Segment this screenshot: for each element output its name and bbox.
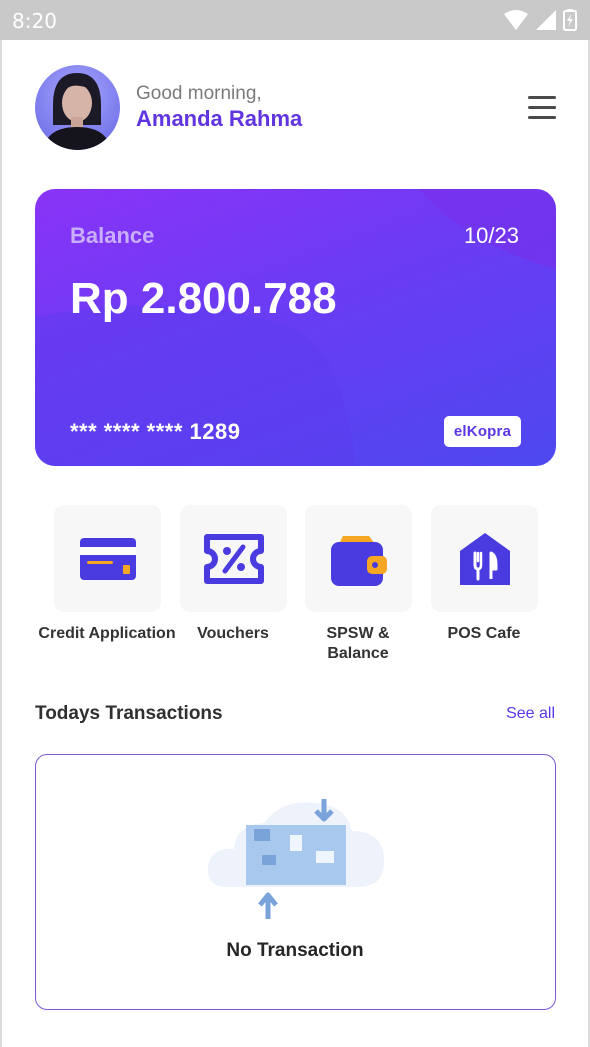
avatar[interactable] xyxy=(35,65,120,150)
status-bar: 8:20 xyxy=(0,0,590,40)
no-transaction-text: No Transaction xyxy=(226,940,364,961)
brand-logo: elKopra xyxy=(444,416,521,447)
fork-knife-icon xyxy=(459,532,510,585)
menu-label-credit-application: Credit Application xyxy=(38,625,176,642)
menu-label-spsw-balance: SPSW & Balance xyxy=(326,625,390,662)
menu-label-pos-cafe: POS Cafe xyxy=(447,625,521,642)
balance-period: 10/23 xyxy=(463,223,519,248)
frame-edge-left xyxy=(0,40,2,1047)
balance-label: Balance xyxy=(70,223,155,248)
balance-amount: Rp 2.800.788 xyxy=(70,274,337,323)
balance-card[interactable]: Balance 10/23 Rp 2.800.788 *** **** ****… xyxy=(35,189,556,466)
greeting-text: Good morning, xyxy=(136,83,262,104)
transactions-title: Todays Transactions xyxy=(35,703,223,724)
card-number: *** **** **** 1289 xyxy=(70,419,241,444)
see-all-link[interactable]: See all xyxy=(506,705,555,723)
credit-card-icon xyxy=(79,537,136,580)
status-time: 8:20 xyxy=(12,9,57,33)
user-name: Amanda Rahma xyxy=(136,106,303,131)
menu-vouchers[interactable] xyxy=(180,505,287,612)
voucher-icon xyxy=(203,533,264,584)
menu-spsw-balance[interactable] xyxy=(305,505,412,612)
menu-pos-cafe[interactable] xyxy=(431,505,538,612)
empty-transactions-illustration xyxy=(207,799,385,919)
hamburger-menu-icon xyxy=(528,96,556,119)
status-icons xyxy=(504,9,577,31)
transactions-card: No Transaction xyxy=(35,754,556,1010)
avatar-image xyxy=(35,65,120,150)
menu-credit-application[interactable] xyxy=(54,505,161,612)
hamburger-menu-button[interactable] xyxy=(524,94,558,122)
battery-icon xyxy=(563,9,577,31)
signal-icon xyxy=(536,10,556,30)
wifi-icon xyxy=(504,10,528,30)
menu-label-vouchers: Vouchers xyxy=(197,625,269,642)
wallet-icon xyxy=(330,535,387,586)
